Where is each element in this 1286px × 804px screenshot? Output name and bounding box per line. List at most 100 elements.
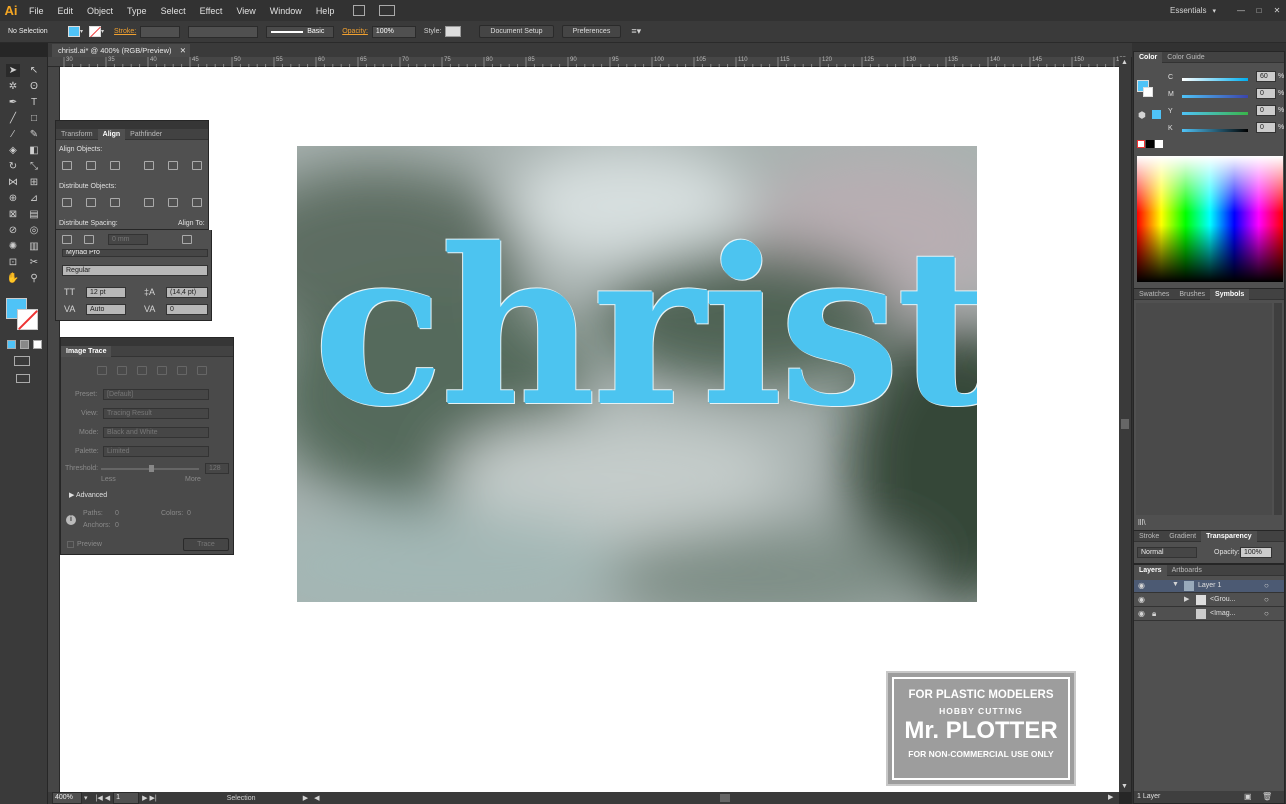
- pen-tool-icon[interactable]: ✒: [6, 96, 20, 109]
- artwork-text[interactable]: christl: [313, 198, 977, 458]
- zoom-tool-icon[interactable]: ⚲: [27, 272, 41, 285]
- stroke-weight-field[interactable]: [140, 25, 181, 38]
- eye-icon[interactable]: ◉: [1138, 581, 1145, 590]
- status-menu-icon[interactable]: ▶: [303, 794, 308, 802]
- opacity-label[interactable]: Opacity:: [342, 28, 368, 35]
- target-icon[interactable]: ○: [1264, 595, 1269, 604]
- distribute-top-icon[interactable]: [62, 198, 72, 207]
- grayscale-icon[interactable]: [157, 366, 167, 375]
- stroke-label[interactable]: Stroke:: [114, 28, 136, 35]
- rotate-tool-icon[interactable]: ↻: [6, 160, 20, 173]
- minimize-icon[interactable]: —: [1232, 6, 1250, 15]
- stroke-swatch[interactable]: [17, 309, 38, 330]
- align-hcenter-icon[interactable]: [86, 161, 96, 170]
- distribute-bottom-icon[interactable]: [110, 198, 120, 207]
- tab-symbols[interactable]: Symbols: [1210, 288, 1250, 300]
- target-icon[interactable]: ○: [1264, 609, 1269, 618]
- blend-mode-select[interactable]: Normal: [1137, 547, 1197, 558]
- menu-object[interactable]: Object: [80, 6, 120, 16]
- tab-layers[interactable]: Layers: [1134, 564, 1167, 576]
- prev-artboard-icon[interactable]: ◀: [105, 794, 110, 802]
- control-panel-menu-icon[interactable]: ≡▾: [631, 26, 641, 37]
- trace-button[interactable]: Trace: [183, 538, 229, 551]
- drawing-mode-icon[interactable]: [14, 356, 30, 366]
- channel-k-field[interactable]: 0: [1256, 122, 1276, 133]
- menu-help[interactable]: Help: [309, 6, 342, 16]
- distribute-vcenter-icon[interactable]: [86, 198, 96, 207]
- gradient-mode-icon[interactable]: [20, 340, 29, 349]
- tracking-field[interactable]: 0: [166, 304, 208, 315]
- fill-color-swatch[interactable]: ▾: [68, 26, 83, 37]
- h-scroll-thumb[interactable]: [720, 794, 730, 802]
- opacity-field[interactable]: 100%: [371, 25, 416, 38]
- tab-artboards[interactable]: Artboards: [1167, 567, 1207, 574]
- scroll-down-icon[interactable]: ▼: [1121, 783, 1128, 790]
- scroll-right-icon[interactable]: ▶: [1108, 793, 1113, 801]
- cube-icon[interactable]: ⬢: [1138, 110, 1146, 121]
- variable-width-profile[interactable]: [188, 25, 259, 38]
- horizontal-ruler[interactable]: 30 35 40 45 50 55 60 65 70 75 80 85 90 95 100 105 110 115…: [48, 57, 1210, 67]
- font-style-field[interactable]: Regular: [62, 265, 208, 276]
- preferences-button[interactable]: Preferences: [561, 25, 622, 38]
- hand-tool-icon[interactable]: ✋: [6, 272, 20, 285]
- high-color-icon[interactable]: [117, 366, 127, 375]
- menu-select[interactable]: Select: [154, 6, 193, 16]
- align-bottom-icon[interactable]: [192, 161, 202, 170]
- screen-mode-icon[interactable]: [16, 374, 30, 383]
- menu-file[interactable]: File: [22, 6, 51, 16]
- paintbrush-tool-icon[interactable]: ∕: [6, 128, 20, 141]
- first-artboard-icon[interactable]: |◀: [96, 794, 103, 802]
- close-icon[interactable]: ✕: [1268, 6, 1286, 15]
- tab-align[interactable]: Align: [97, 128, 126, 140]
- threshold-field[interactable]: 128: [205, 463, 229, 474]
- low-color-icon[interactable]: [137, 366, 147, 375]
- workspace-switcher[interactable]: Essentials: [1170, 6, 1206, 15]
- font-size-field[interactable]: 12 pt: [86, 287, 126, 298]
- spacing-field[interactable]: 0 mm: [108, 234, 148, 245]
- mesh-tool-icon[interactable]: ⊠: [6, 208, 20, 221]
- document-setup-button[interactable]: Document Setup: [479, 25, 554, 38]
- line-tool-icon[interactable]: ╱: [6, 112, 20, 125]
- target-icon[interactable]: ○: [1264, 581, 1269, 590]
- white-swatch[interactable]: [1155, 140, 1163, 148]
- channel-c-field[interactable]: 60: [1256, 71, 1276, 82]
- layer-name[interactable]: <Imag...: [1210, 610, 1235, 617]
- menu-type[interactable]: Type: [120, 6, 154, 16]
- magic-wand-tool-icon[interactable]: ✲: [6, 80, 20, 93]
- eye-icon[interactable]: ◉: [1138, 595, 1145, 604]
- color-mode-icon[interactable]: [7, 340, 16, 349]
- palette-select[interactable]: Limited: [103, 446, 209, 457]
- none-swatch[interactable]: [1137, 140, 1145, 148]
- align-vcenter-icon[interactable]: [168, 161, 178, 170]
- auto-color-icon[interactable]: [97, 366, 107, 375]
- channel-y-field[interactable]: 0: [1256, 105, 1276, 116]
- preview-checkbox[interactable]: [67, 541, 74, 548]
- gradient-tool-icon[interactable]: ▤: [27, 208, 41, 221]
- align-left-icon[interactable]: [62, 161, 72, 170]
- tab-gradient[interactable]: Gradient: [1164, 533, 1201, 540]
- rectangle-tool-icon[interactable]: □: [27, 112, 41, 125]
- blend-tool-icon[interactable]: ◎: [27, 224, 41, 237]
- blob-brush-tool-icon[interactable]: ◈: [6, 144, 20, 157]
- symbols-scrollbar[interactable]: [1274, 303, 1282, 515]
- zoom-field[interactable]: 400%: [52, 792, 82, 804]
- none-mode-icon[interactable]: [33, 340, 42, 349]
- eye-icon[interactable]: ◉: [1138, 609, 1145, 618]
- close-tab-icon[interactable]: ✕: [180, 46, 186, 55]
- stroke-color-swatch[interactable]: ▾: [89, 26, 104, 38]
- last-artboard-icon[interactable]: ▶|: [150, 794, 157, 802]
- tab-transform[interactable]: Transform: [56, 131, 98, 138]
- graphic-style-swatch[interactable]: [445, 26, 462, 37]
- font-family-field[interactable]: Myriad Pro: [62, 249, 208, 257]
- scroll-left-icon[interactable]: ◀: [314, 794, 319, 802]
- transparency-opacity-field[interactable]: 100%: [1240, 547, 1272, 558]
- menu-view[interactable]: View: [229, 6, 262, 16]
- stroke-proxy-swatch[interactable]: [1143, 87, 1153, 97]
- column-graph-tool-icon[interactable]: ▥: [27, 240, 41, 253]
- distribute-hspace-icon[interactable]: [84, 235, 94, 244]
- artboard-field[interactable]: 1: [113, 792, 140, 804]
- distribute-hcenter-icon[interactable]: [168, 198, 178, 207]
- black-white-icon[interactable]: [177, 366, 187, 375]
- pencil-tool-icon[interactable]: ✎: [27, 128, 41, 141]
- symbol-libraries-icon[interactable]: lll\: [1138, 518, 1146, 527]
